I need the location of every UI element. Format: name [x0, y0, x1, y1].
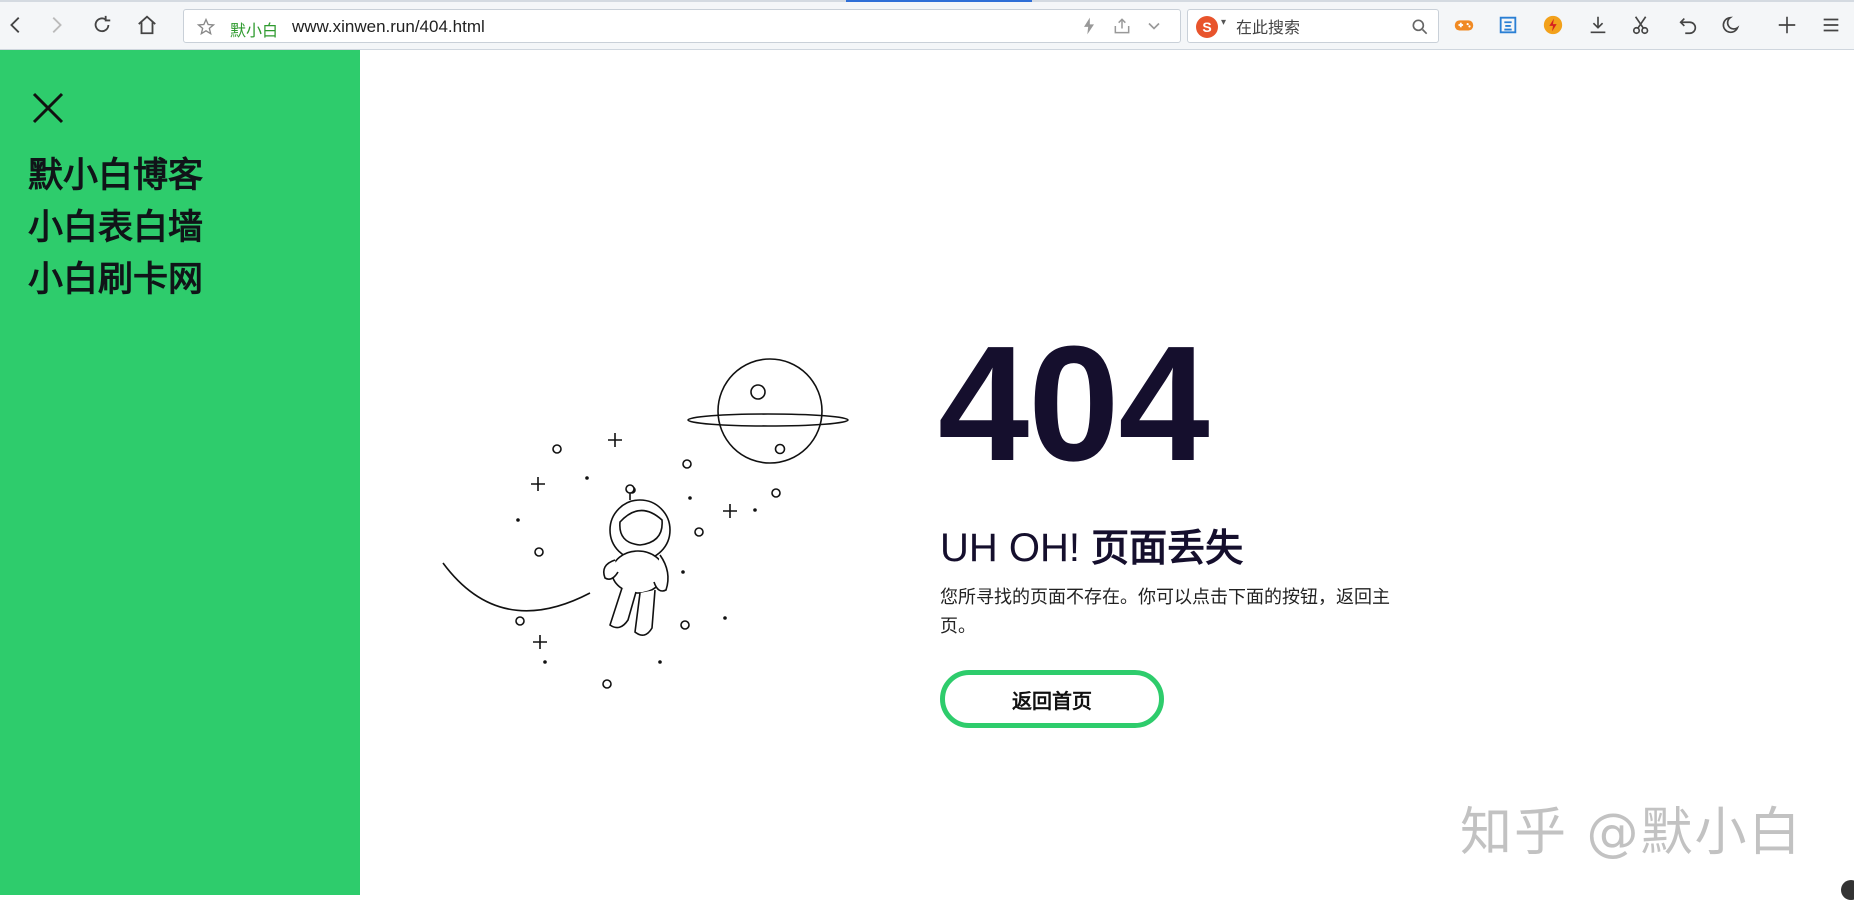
- sogou-icon[interactable]: S: [1196, 16, 1218, 38]
- bookmark-star-icon[interactable]: [196, 17, 216, 37]
- astronaut-illustration: [442, 358, 849, 689]
- plus-icon: [1778, 16, 1796, 34]
- close-menu-button[interactable]: [28, 88, 68, 128]
- scissors-icon: [1632, 16, 1649, 35]
- address-bar[interactable]: 默小白 www.xinwen.run/404.html: [183, 9, 1181, 43]
- error-title: UH OH! 页面丢失: [940, 524, 1243, 572]
- forward-button[interactable]: [40, 8, 72, 42]
- site-label: 默小白: [230, 21, 279, 40]
- active-tab-indicator: [846, 0, 1032, 2]
- engine-dropdown-icon[interactable]: ▾: [1221, 17, 1226, 28]
- error-code: 404: [938, 312, 1210, 495]
- new-tab-button[interactable]: [1771, 8, 1803, 42]
- back-icon: [10, 17, 20, 33]
- share-icon[interactable]: [1112, 16, 1132, 36]
- url-text[interactable]: www.xinwen.run/404.html: [292, 17, 485, 37]
- error-title-en: UH OH!: [940, 526, 1092, 570]
- search-box[interactable]: S ▾: [1187, 9, 1439, 43]
- game-button[interactable]: [1448, 8, 1480, 42]
- astronaut-icon: [602, 484, 671, 636]
- side-menu: 默小白博客 小白表白墙 小白刷卡网: [0, 50, 360, 895]
- error-title-cn: 页面丢失: [1091, 526, 1244, 570]
- search-icon[interactable]: [1410, 17, 1430, 37]
- download-button[interactable]: [1582, 8, 1614, 42]
- lightning-icon[interactable]: [1079, 16, 1099, 36]
- back-home-button[interactable]: 返回首页: [940, 670, 1164, 728]
- main-content: 404 UH OH! 页面丢失 您所寻找的页面不存在。你可以点击下面的按钮，返回…: [360, 50, 1854, 895]
- reload-icon: [94, 15, 111, 33]
- error-description: 您所寻找的页面不存在。你可以点击下面的按钮，返回主页。: [940, 587, 1390, 637]
- home-button[interactable]: [131, 8, 163, 42]
- home-icon: [138, 15, 156, 35]
- reload-button[interactable]: [86, 8, 118, 42]
- tab-strip: [0, 0, 1854, 2]
- close-icon: [32, 92, 64, 124]
- back-button[interactable]: [0, 8, 32, 42]
- planet-icon: [687, 358, 849, 464]
- search-input[interactable]: [1236, 15, 1396, 39]
- app-button[interactable]: [1492, 8, 1524, 42]
- undo-button[interactable]: [1672, 8, 1704, 42]
- corner-badge: [1841, 880, 1854, 900]
- chevron-down-icon[interactable]: [1144, 16, 1164, 36]
- screenshot-button[interactable]: [1626, 8, 1658, 42]
- speed-icon: [1543, 15, 1563, 35]
- moon-icon: [1722, 16, 1740, 34]
- nav-link-blog[interactable]: 默小白博客: [28, 150, 203, 202]
- menu-button[interactable]: [1815, 8, 1847, 42]
- accelerate-button[interactable]: [1537, 8, 1569, 42]
- menu-icon: [1823, 18, 1839, 32]
- arc-line: [442, 562, 591, 612]
- nav-link-confession-wall[interactable]: 小白表白墙: [28, 202, 203, 254]
- browser-toolbar: 默小白 www.xinwen.run/404.html S ▾: [0, 0, 1854, 50]
- download-icon: [1590, 16, 1606, 34]
- side-nav: 默小白博客 小白表白墙 小白刷卡网: [28, 150, 203, 306]
- watermark: 知乎 @默小白: [1460, 803, 1803, 863]
- undo-icon: [1679, 17, 1697, 35]
- forward-icon: [52, 17, 62, 33]
- nav-link-card-site[interactable]: 小白刷卡网: [28, 254, 203, 306]
- night-mode-button[interactable]: [1716, 8, 1748, 42]
- translate-app-icon: [1499, 16, 1517, 34]
- gamepad-icon: [1454, 20, 1474, 31]
